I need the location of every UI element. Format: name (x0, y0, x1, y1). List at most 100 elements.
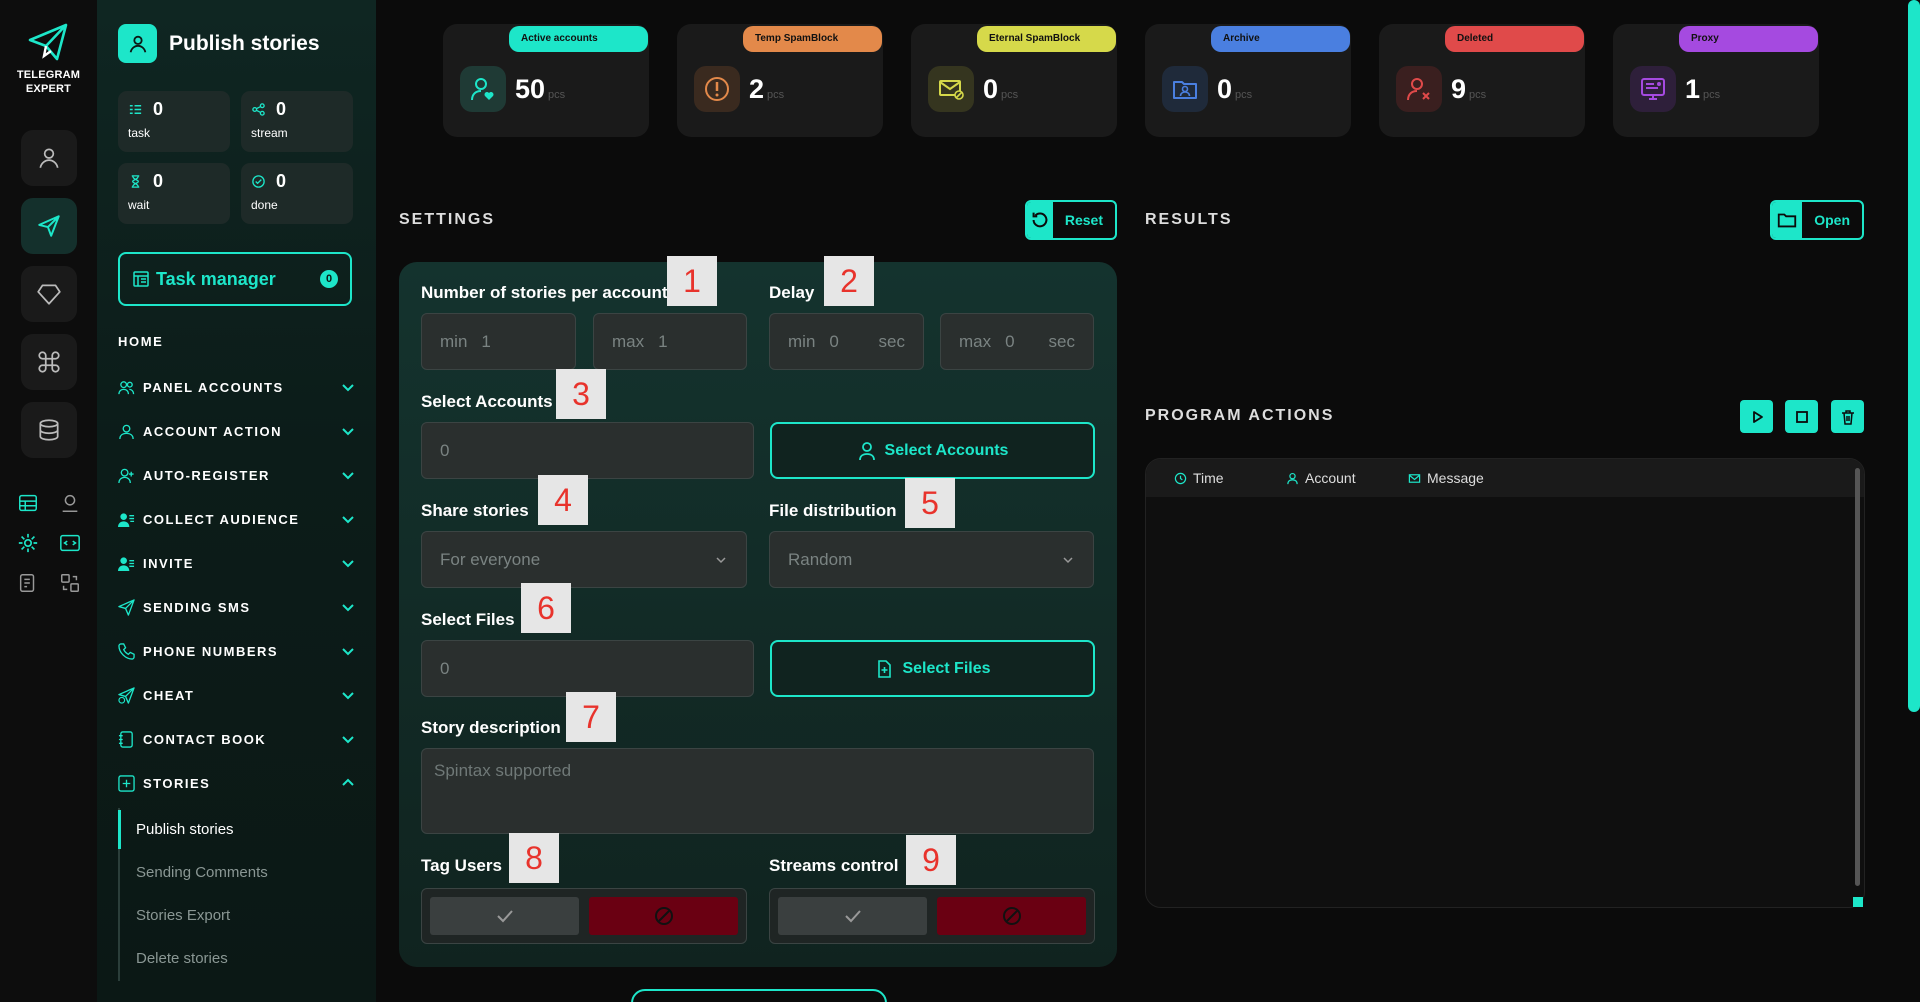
stories-submenu: Publish stories Sending Comments Stories… (118, 808, 268, 981)
user-icon (1287, 472, 1298, 484)
card-eternal-spamblock[interactable]: Eternal SpamBlock 0 pcs (911, 24, 1117, 137)
streams-on-button[interactable] (778, 897, 927, 935)
tag-users-off-button[interactable] (589, 897, 738, 935)
rail-diamond-button[interactable] (20, 266, 77, 322)
command-icon (37, 351, 60, 373)
reset-button[interactable]: Reset (1025, 200, 1117, 240)
story-description-input[interactable]: Spintax supported (421, 748, 1094, 834)
nav-item-account-action[interactable]: ACCOUNT ACTION (118, 409, 356, 453)
card-unit: pcs (548, 89, 566, 101)
task-manager-button[interactable]: Task manager 0 (118, 252, 352, 306)
card-unit: pcs (1703, 89, 1721, 101)
nav-item-auto-register[interactable]: AUTO-REGISTER (118, 453, 356, 497)
proxy-icon (1641, 78, 1665, 100)
stop-button[interactable] (1785, 400, 1818, 433)
clear-log-button[interactable] (1831, 400, 1864, 433)
stat-wait-value: 0 (153, 171, 164, 191)
nav-item-contact-book[interactable]: CONTACT BOOK (118, 717, 356, 761)
streams-off-button[interactable] (937, 897, 1086, 935)
play-button[interactable] (1740, 400, 1773, 433)
files-count-field[interactable]: 0 (421, 640, 754, 697)
nav-item-sending-sms[interactable]: SENDING SMS (118, 585, 356, 629)
subnav-delete-stories[interactable]: Delete stories (120, 937, 268, 980)
subnav-publish-stories[interactable]: Publish stories (118, 808, 268, 851)
user-plus-icon (118, 468, 134, 483)
rail-tool-table[interactable] (15, 490, 41, 516)
card-label: Active accounts (509, 26, 648, 52)
log-col-account: Account (1286, 470, 1408, 486)
user-icon (38, 148, 59, 168)
page-scrollbar[interactable] (1908, 0, 1920, 712)
task-manager-label: Task manager (156, 268, 276, 289)
card-icon (694, 66, 740, 112)
card-archive[interactable]: Archive 0 pcs (1145, 24, 1351, 137)
share-icon (252, 103, 265, 116)
stories-min-input[interactable]: min 1 (421, 313, 576, 370)
stories-max-value: 1 (658, 331, 668, 351)
select-accounts-label: Select Accounts (421, 392, 553, 411)
delay-min-value: 0 (829, 331, 839, 351)
rail-tool-location[interactable] (57, 490, 83, 516)
rail-database-button[interactable] (20, 402, 77, 458)
rail-tool-convert[interactable] (57, 570, 83, 596)
diamond-icon (36, 284, 61, 305)
select-files-button[interactable]: Select Files (770, 640, 1095, 697)
start-button-partial[interactable] (631, 989, 887, 1002)
rail-tool-code[interactable] (57, 530, 83, 556)
nav-item-stories[interactable]: STORIES (118, 761, 356, 805)
card-value: 0 (983, 74, 999, 104)
gear-icon (18, 533, 37, 553)
file-distribution-select[interactable]: Random (769, 531, 1094, 588)
card-deleted[interactable]: Deleted 9 pcs (1379, 24, 1585, 137)
card-icon (460, 66, 506, 112)
rail-tool-list[interactable] (15, 570, 41, 596)
accounts-count-field[interactable]: 0 (421, 422, 754, 479)
action-log-table[interactable]: Time Account Message (1145, 458, 1865, 908)
select-accounts-button-label: Select Accounts (884, 441, 1009, 459)
streams-control-label: Streams control (769, 856, 899, 875)
send-icon (37, 215, 60, 237)
chevron-down-icon (342, 428, 354, 436)
rail-profile-button[interactable] (20, 130, 77, 186)
nav-item-label: INVITE (143, 555, 194, 571)
card-temp-spamblock[interactable]: Temp SpamBlock 2 pcs (677, 24, 883, 137)
rail-send-button[interactable] (20, 198, 77, 254)
tag-users-on-button[interactable] (430, 897, 579, 935)
file-add-icon (878, 659, 892, 678)
card-proxy[interactable]: Proxy 1 pcs (1613, 24, 1819, 137)
log-resize-handle[interactable] (1853, 897, 1863, 907)
card-active-accounts[interactable]: Active accounts 50 pcs (443, 24, 649, 137)
delay-max-suffix: sec (1048, 331, 1075, 351)
open-button[interactable]: Open (1770, 200, 1864, 240)
chevron-down-icon (342, 692, 354, 700)
log-col-message: Message (1408, 470, 1484, 486)
nav-item-cheat[interactable]: CHEAT (118, 673, 356, 717)
user-icon (119, 424, 134, 439)
nav-item-label: STORIES (143, 775, 211, 791)
delay-min-input[interactable]: min 0 sec (769, 313, 924, 370)
rail-tools (15, 490, 83, 596)
nav-item-collect-audience[interactable]: COLLECT AUDIENCE (118, 497, 356, 541)
annotation-marker-7: 7 (566, 692, 616, 742)
subnav-sending-comments[interactable]: Sending Comments (120, 851, 268, 894)
card-icon (1630, 66, 1676, 112)
nav-item-panel-accounts[interactable]: PANEL ACCOUNTS (118, 365, 356, 409)
annotation-marker-1: 1 (667, 256, 717, 306)
share-stories-select[interactable]: For everyone (421, 531, 747, 588)
rail-command-button[interactable] (20, 334, 77, 390)
nav-item-label: CONTACT BOOK (143, 731, 267, 747)
nav-item-invite[interactable]: INVITE (118, 541, 356, 585)
delay-max-input[interactable]: max 0 sec (940, 313, 1094, 370)
sidebar: Publish stories 0 task 0 stream 0 wait 0… (97, 0, 376, 1002)
stories-max-input[interactable]: max 1 (593, 313, 747, 370)
user-heart-icon (471, 78, 494, 101)
annotation-marker-6: 6 (521, 583, 571, 633)
nav-home[interactable]: HOME (118, 334, 163, 349)
select-accounts-button[interactable]: Select Accounts (770, 422, 1095, 479)
telegram-logo-icon (29, 23, 68, 61)
log-scrollbar[interactable] (1855, 468, 1860, 886)
nav-item-phone-numbers[interactable]: PHONE NUMBERS (118, 629, 356, 673)
delay-label: Delay (769, 283, 815, 302)
subnav-stories-export[interactable]: Stories Export (120, 894, 268, 937)
rail-tool-settings[interactable] (15, 530, 41, 556)
